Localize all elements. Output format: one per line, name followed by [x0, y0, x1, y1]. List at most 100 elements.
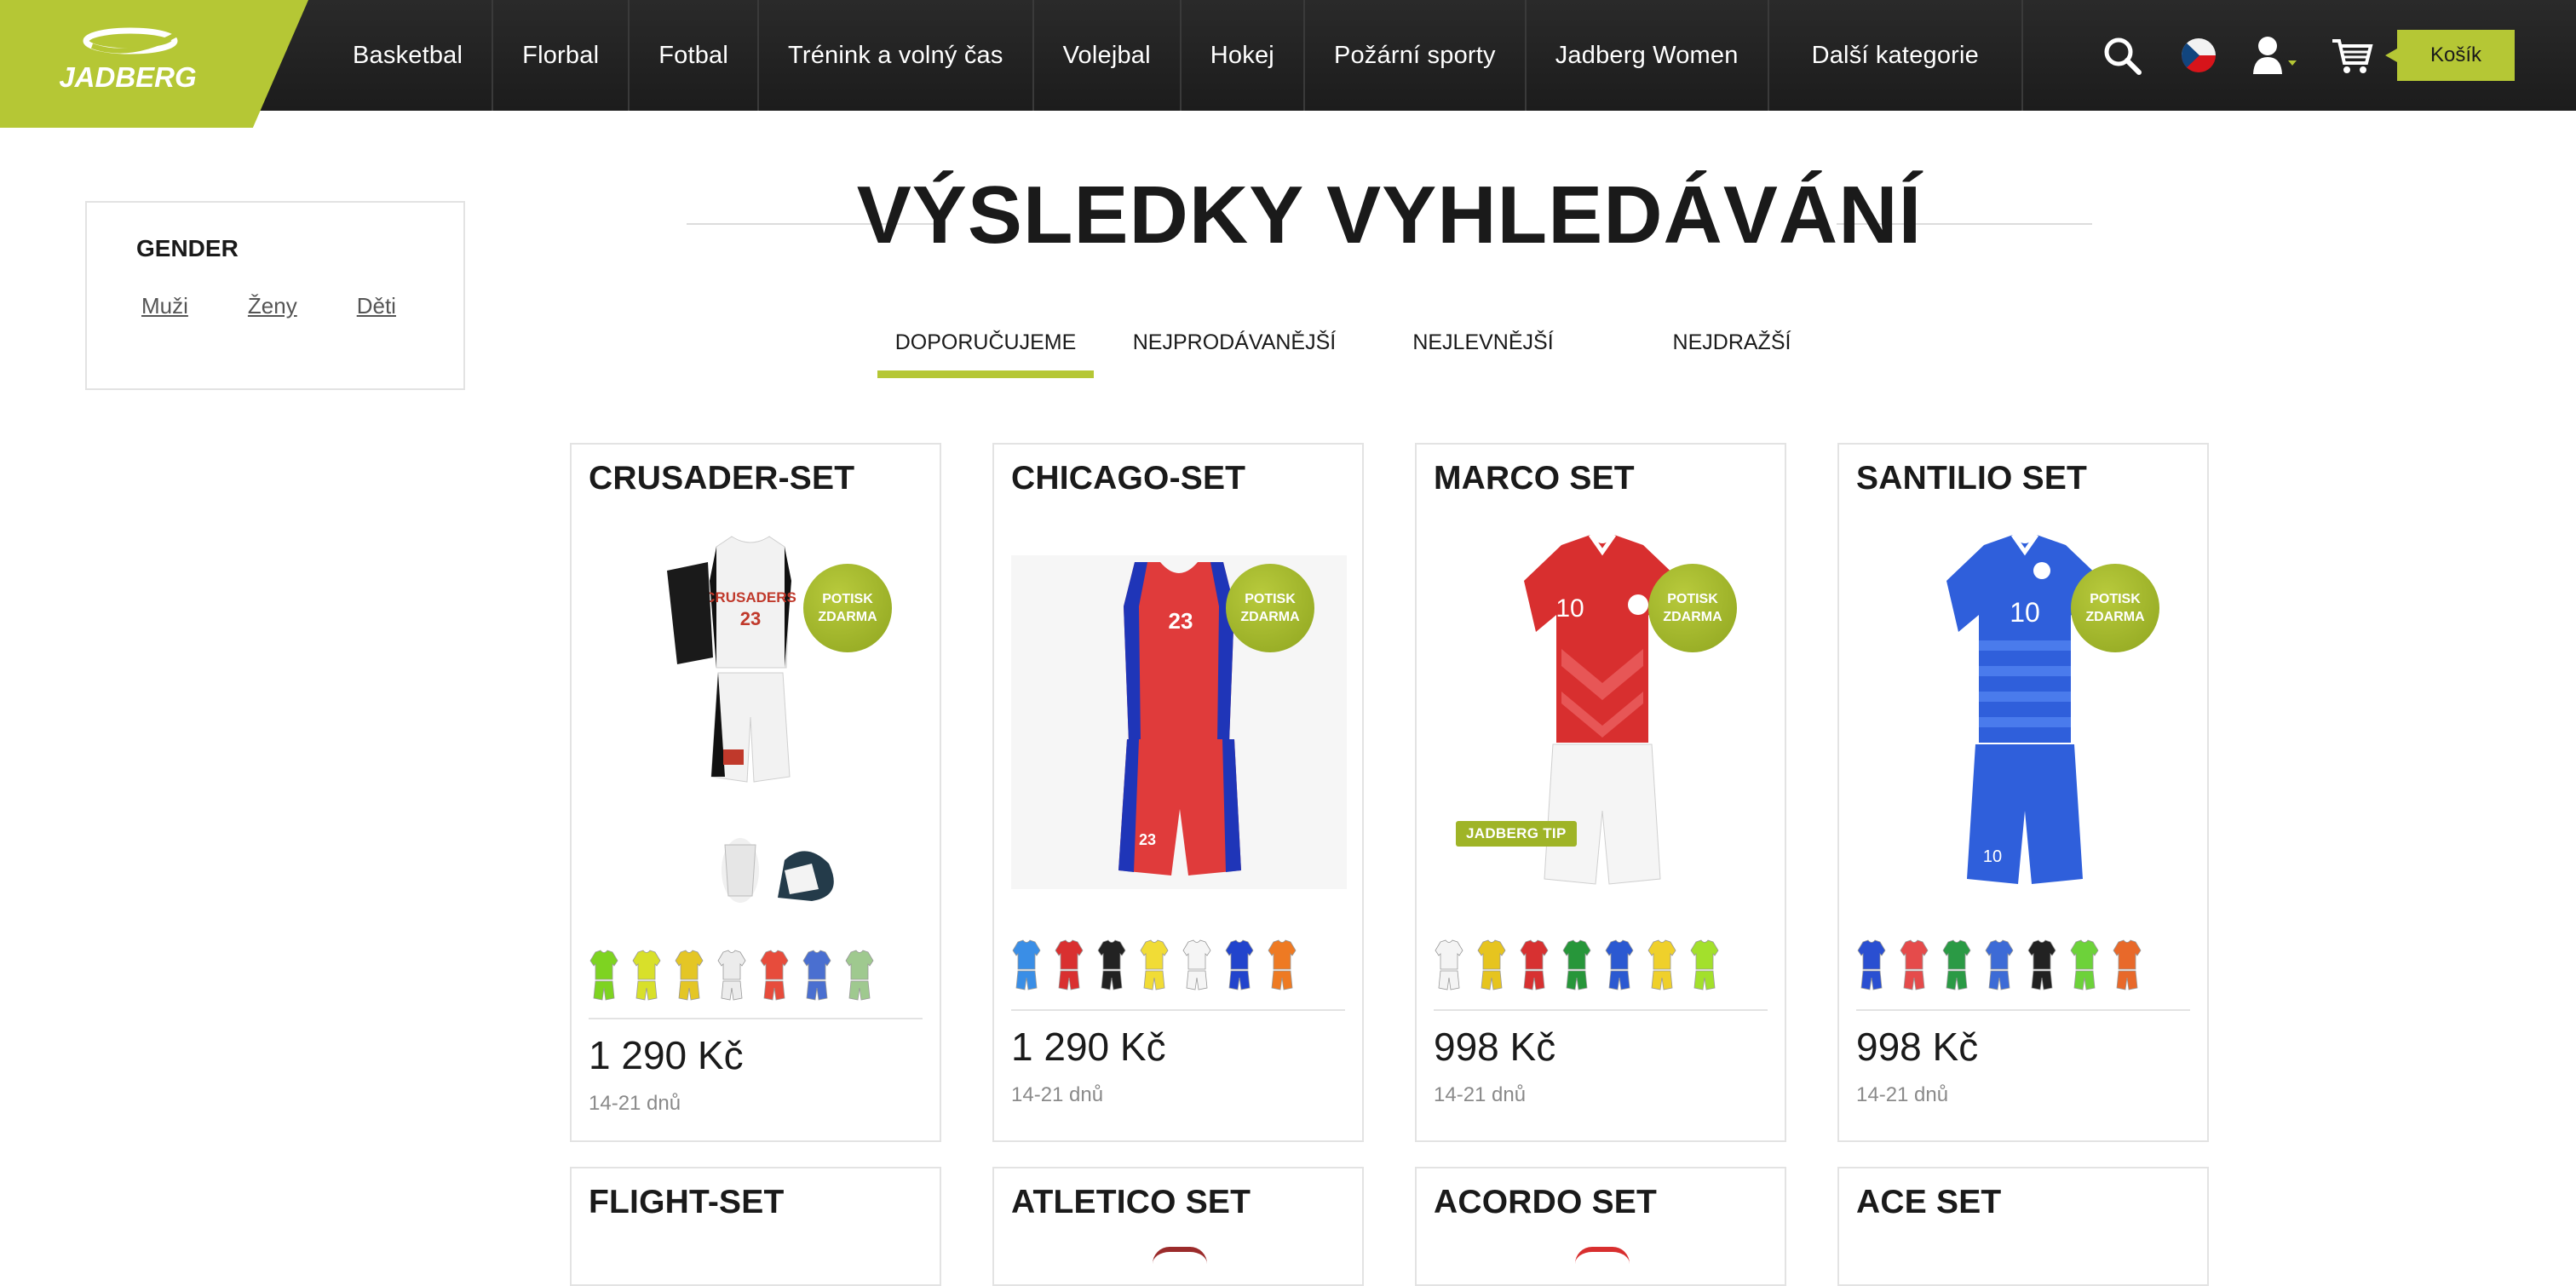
nav-item-fotbal[interactable]: Fotbal	[630, 0, 760, 111]
delivery-time: 14-21 dnů	[1856, 1083, 1949, 1106]
product-name: ACE SET	[1856, 1184, 2002, 1220]
nav-item-volejbal[interactable]: Volejbal	[1034, 0, 1182, 111]
product-name: CHICAGO-SET	[1011, 460, 1246, 497]
color-swatch[interactable]	[1561, 939, 1592, 991]
product-name: ACORDO SET	[1434, 1184, 1658, 1220]
product-name: CRUSADER-SET	[589, 460, 855, 497]
nav-item-florbal[interactable]: Florbal	[493, 0, 630, 111]
sort-tabs: DOPORUČUJEME NEJPRODÁVANĚJŠÍ NEJLEVNĚJŠÍ…	[877, 307, 1872, 378]
color-swatch[interactable]	[1899, 939, 1929, 991]
color-swatch[interactable]	[674, 949, 704, 1002]
product-card-acordo[interactable]: ACORDO SET	[1415, 1167, 1786, 1286]
free-print-badge: POTISK ZDARMA	[1226, 564, 1314, 652]
filter-option-zeny[interactable]: Ženy	[248, 293, 297, 319]
color-swatch[interactable]	[1604, 939, 1635, 991]
product-price: 998 Kč	[1856, 1025, 1979, 1069]
color-swatch[interactable]	[1856, 939, 1887, 991]
nav-item-trenink[interactable]: Trénink a volný čas	[759, 0, 1034, 111]
product-price: 1 290 Kč	[589, 1033, 744, 1077]
free-print-badge: POTISK ZDARMA	[1648, 564, 1737, 652]
logo-text: JADBERG	[59, 61, 196, 93]
svg-text:10: 10	[1555, 594, 1584, 623]
card-separator	[589, 1018, 923, 1019]
color-swatch[interactable]	[1096, 939, 1127, 991]
product-card-flight[interactable]: FLIGHT-SET	[570, 1167, 941, 1286]
color-swatch[interactable]	[1139, 939, 1170, 991]
color-swatch[interactable]	[1434, 939, 1464, 991]
product-name: MARCO SET	[1434, 460, 1635, 497]
filter-option-muzi[interactable]: Muži	[141, 293, 188, 319]
card-separator	[1856, 1009, 2190, 1011]
color-swatch[interactable]	[716, 949, 747, 1002]
color-swatch[interactable]	[1011, 939, 1042, 991]
nav-item-basketbal[interactable]: Basketbal	[324, 0, 494, 111]
czech-flag-icon[interactable]	[2169, 26, 2228, 85]
color-swatch[interactable]	[1054, 939, 1084, 991]
delivery-time: 14-21 dnů	[589, 1092, 681, 1115]
color-swatch[interactable]	[589, 949, 619, 1002]
color-swatch[interactable]	[1941, 939, 1972, 991]
product-card-santilio[interactable]: SANTILIO SET 10 10 POTISK ZDARMA 998 Kč 1…	[1837, 443, 2209, 1142]
color-swatch[interactable]	[844, 949, 875, 1002]
gender-filter: GENDER Muži Ženy Děti	[85, 201, 465, 390]
product-image-top	[1153, 1247, 1207, 1264]
color-swatch[interactable]	[2069, 939, 2100, 991]
color-swatch[interactable]	[1224, 939, 1255, 991]
card-separator	[1434, 1009, 1768, 1011]
filter-title: GENDER	[136, 235, 239, 261]
product-name: ATLETICO SET	[1011, 1184, 1251, 1220]
color-swatch[interactable]	[1689, 939, 1720, 991]
main-menu: Basketbal Florbal Fotbal Trénink a volný…	[324, 0, 2024, 111]
nav-item-hokej[interactable]: Hokej	[1182, 0, 1305, 111]
product-card-chicago[interactable]: CHICAGO-SET 23 23 POTISK ZDARMA 1 290 Kč …	[992, 443, 1364, 1142]
tab-nejprodavanejsi[interactable]: NEJPRODÁVANĚJŠÍ	[1126, 307, 1343, 378]
cart-icon[interactable]	[2322, 26, 2382, 85]
color-swatches	[1856, 939, 2142, 991]
color-swatch[interactable]	[1647, 939, 1677, 991]
svg-text:10: 10	[2010, 597, 2040, 628]
nav-item-jadberg-women[interactable]: Jadberg Women	[1527, 0, 1769, 111]
svg-text:23: 23	[1139, 831, 1156, 848]
color-swatches	[1011, 939, 1297, 991]
color-swatch[interactable]	[1984, 939, 2015, 991]
product-name: FLIGHT-SET	[589, 1184, 785, 1220]
color-swatch[interactable]	[802, 949, 832, 1002]
nav-item-pozarni-sporty[interactable]: Požární sporty	[1305, 0, 1527, 111]
color-swatch[interactable]	[1476, 939, 1507, 991]
color-swatch[interactable]	[1519, 939, 1550, 991]
cart-button[interactable]: Košík	[2385, 30, 2515, 81]
color-swatch[interactable]	[1267, 939, 1297, 991]
color-swatch[interactable]	[2112, 939, 2142, 991]
product-card-atletico[interactable]: ATLETICO SET	[992, 1167, 1364, 1286]
delivery-time: 14-21 dnů	[1011, 1083, 1104, 1106]
filter-options: Muži Ženy Děti	[141, 293, 396, 319]
product-name: SANTILIO SET	[1856, 460, 2088, 497]
user-icon[interactable]	[2245, 26, 2305, 85]
free-print-badge: POTISK ZDARMA	[2071, 564, 2159, 652]
tab-nejlevnejsi[interactable]: NEJLEVNĚJŠÍ	[1375, 307, 1591, 378]
product-card-crusader[interactable]: CRUSADER-SET CRUSADERS 23 POTISK ZDARMA 1…	[570, 443, 941, 1142]
color-swatch[interactable]	[631, 949, 662, 1002]
color-swatch[interactable]	[1182, 939, 1212, 991]
svg-text:23: 23	[1169, 608, 1193, 634]
color-swatch[interactable]	[2027, 939, 2057, 991]
filter-option-deti[interactable]: Děti	[357, 293, 396, 319]
jadberg-logo[interactable]: JADBERG	[0, 0, 308, 128]
product-card-ace[interactable]: ACE SET	[1837, 1167, 2209, 1286]
color-swatch[interactable]	[759, 949, 790, 1002]
jadberg-tip-badge: JADBERG TIP	[1456, 821, 1577, 847]
color-swatches	[1434, 939, 1720, 991]
product-card-marco[interactable]: MARCO SET 10 POTISK ZDARMA JADBERG TIP 99…	[1415, 443, 1786, 1142]
delivery-time: 14-21 dnů	[1434, 1083, 1527, 1106]
page-title: VÝSLEDKY VYHLEDÁVÁNÍ	[856, 169, 1923, 261]
product-price: 1 290 Kč	[1011, 1025, 1166, 1069]
tab-doporucujeme[interactable]: DOPORUČUJEME	[877, 307, 1094, 378]
nav-item-dalsi-kategorie[interactable]: Další kategorie	[1769, 0, 2024, 111]
top-navbar: JADBERG Basketbal Florbal Fotbal Trénink…	[0, 0, 2576, 128]
svg-text:CRUSADERS: CRUSADERS	[704, 589, 796, 606]
search-icon[interactable]	[2092, 26, 2152, 85]
tab-nejdrazsi[interactable]: NEJDRAŽŠÍ	[1624, 307, 1840, 378]
header-icons: Košík	[2084, 0, 2576, 111]
free-print-badge: POTISK ZDARMA	[803, 564, 892, 652]
product-price: 998 Kč	[1434, 1025, 1556, 1069]
